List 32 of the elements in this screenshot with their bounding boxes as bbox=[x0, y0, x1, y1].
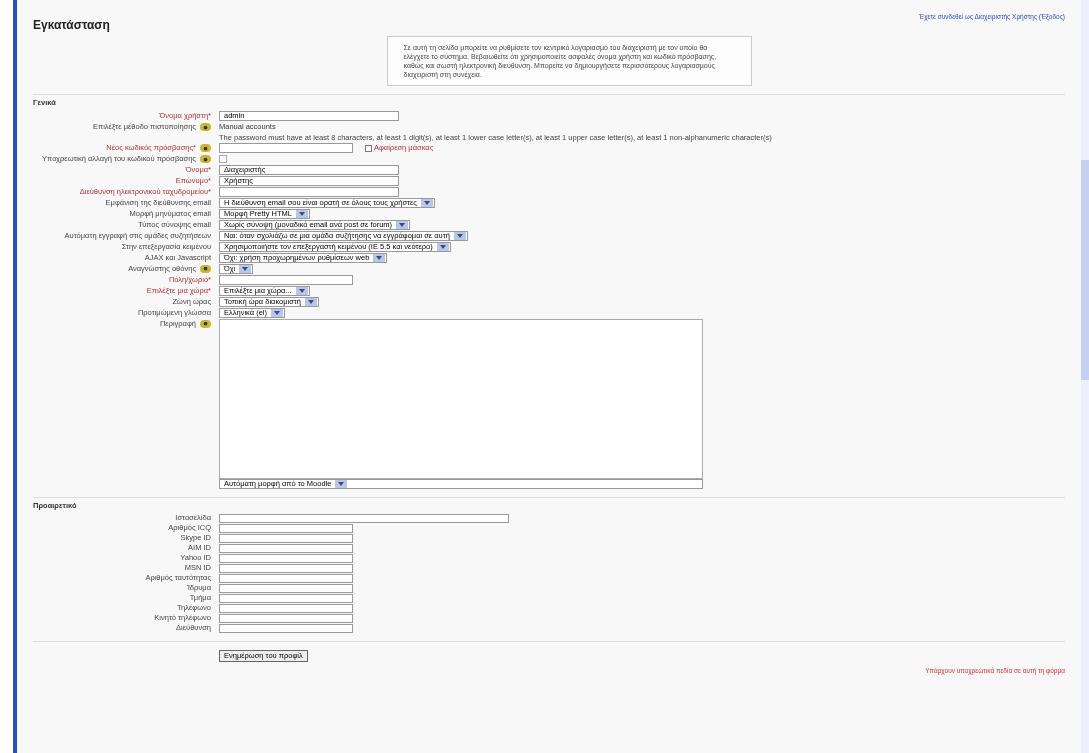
dropdown-arrow-icon bbox=[439, 244, 446, 249]
text-input[interactable] bbox=[219, 514, 509, 523]
dropdown-arrow-icon bbox=[298, 211, 305, 216]
dropdown-arrow-icon bbox=[338, 481, 345, 486]
dropdown-arrow-icon bbox=[399, 222, 406, 227]
dropdown-arrow-icon bbox=[376, 255, 383, 260]
checkbox[interactable] bbox=[219, 155, 227, 164]
help-icon[interactable] bbox=[200, 155, 211, 164]
text-input[interactable] bbox=[219, 534, 353, 543]
text-input[interactable] bbox=[219, 584, 353, 593]
dropdown-arrow-icon bbox=[274, 310, 280, 315]
page-title: Εγκατάσταση bbox=[33, 17, 110, 34]
text-input[interactable] bbox=[219, 594, 353, 603]
text-input[interactable] bbox=[219, 544, 353, 553]
text-input[interactable] bbox=[219, 624, 353, 633]
text-input[interactable] bbox=[219, 604, 353, 613]
dropdown-arrow-icon bbox=[242, 266, 249, 271]
scrollbar[interactable] bbox=[1081, 0, 1089, 753]
dropdown-arrow-icon bbox=[456, 233, 463, 238]
dropdown-arrow-icon bbox=[423, 200, 430, 205]
help-icon[interactable] bbox=[200, 144, 211, 153]
help-icon[interactable] bbox=[200, 123, 211, 132]
text-input[interactable] bbox=[219, 614, 353, 623]
text-input[interactable] bbox=[219, 274, 353, 285]
text-input[interactable] bbox=[219, 524, 353, 533]
text-input[interactable] bbox=[219, 564, 353, 573]
help-icon[interactable] bbox=[200, 264, 211, 273]
help-icon[interactable] bbox=[200, 319, 211, 328]
password-input[interactable] bbox=[219, 143, 353, 154]
text-input[interactable] bbox=[219, 186, 399, 197]
text-input[interactable] bbox=[219, 554, 353, 563]
text-input[interactable] bbox=[219, 574, 353, 583]
